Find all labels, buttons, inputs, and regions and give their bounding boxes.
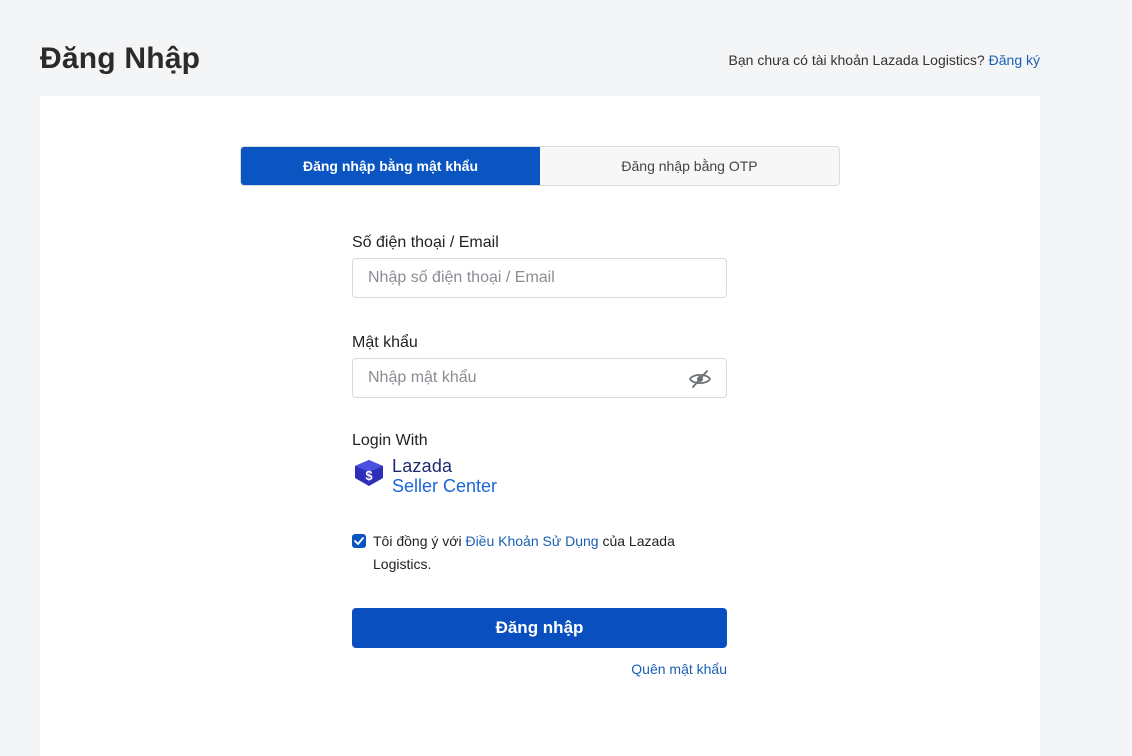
login-button[interactable]: Đăng nhập xyxy=(352,608,727,648)
provider-subname: Seller Center xyxy=(392,476,498,496)
phone-email-label: Số điện thoại / Email xyxy=(352,234,499,251)
provider-name: Lazada xyxy=(392,456,453,476)
signup-prompt: Bạn chưa có tài khoản Lazada Logistics? Đ… xyxy=(729,52,1040,68)
forgot-password-row: Quên mật khẩu xyxy=(352,661,727,677)
phone-email-input[interactable] xyxy=(353,259,726,297)
checkmark-icon xyxy=(354,537,364,545)
tab-password-login[interactable]: Đăng nhập bằng mật khẩu xyxy=(241,147,540,185)
password-label: Mật khẩu xyxy=(352,334,418,351)
lazada-logo-icon: $ xyxy=(355,460,383,486)
lazada-seller-center-login[interactable]: $ Lazada Seller Center xyxy=(352,456,727,500)
terms-agreement: Tôi đồng ý với Điều Khoản Sử Dụng của La… xyxy=(352,530,727,576)
lazada-provider-text: Lazada Seller Center xyxy=(392,456,497,496)
terms-prefix: Tôi đồng ý với xyxy=(373,533,462,549)
login-form: Số điện thoại / Email Mật khẩu Login Wit… xyxy=(352,234,727,677)
tab-otp-login[interactable]: Đăng nhập bằng OTP xyxy=(540,147,839,185)
phone-email-field-wrap xyxy=(352,258,727,298)
terms-text: Tôi đồng ý với Điều Khoản Sử Dụng của La… xyxy=(373,530,727,576)
terms-checkbox[interactable] xyxy=(352,534,366,548)
register-link[interactable]: Đăng ký xyxy=(989,52,1040,68)
login-method-tabs: Đăng nhập bằng mật khẩu Đăng nhập bằng O… xyxy=(240,146,840,186)
svg-text:$: $ xyxy=(365,468,373,483)
forgot-password-link[interactable]: Quên mật khẩu xyxy=(631,661,727,677)
login-card: Đăng nhập bằng mật khẩu Đăng nhập bằng O… xyxy=(40,96,1040,756)
terms-of-use-link[interactable]: Điều Khoản Sử Dụng xyxy=(465,533,598,549)
no-account-text: Bạn chưa có tài khoản Lazada Logistics? xyxy=(728,52,985,68)
password-input[interactable] xyxy=(353,359,726,397)
password-field-wrap xyxy=(352,358,727,398)
login-with-label: Login With xyxy=(352,432,428,449)
page-title: Đăng Nhập xyxy=(40,42,201,75)
eye-slash-icon[interactable] xyxy=(688,368,712,390)
